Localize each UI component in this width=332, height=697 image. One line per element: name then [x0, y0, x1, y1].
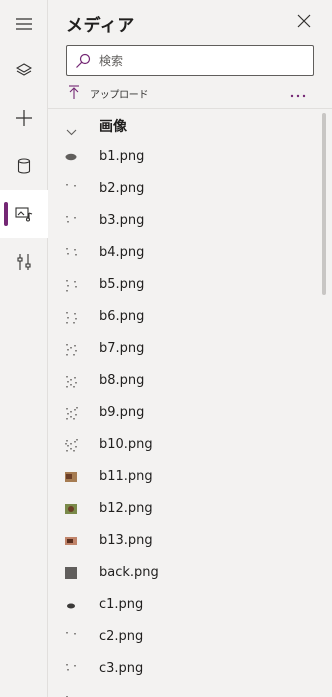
list-item[interactable]: b3.png: [48, 205, 318, 237]
list-item[interactable]: b2.png: [48, 173, 318, 205]
image-thumbnail: [63, 245, 79, 261]
file-name: b3.png: [99, 213, 145, 228]
image-thumbnail: [63, 661, 79, 677]
data-button[interactable]: [0, 142, 48, 190]
tools-button[interactable]: [0, 238, 48, 286]
menu-button[interactable]: [0, 0, 48, 48]
list-item[interactable]: b1.png: [48, 141, 318, 173]
list-item[interactable]: b10.png: [48, 429, 318, 461]
image-thumbnail: [63, 565, 79, 581]
file-name: b2.png: [99, 181, 145, 196]
file-name: b5.png: [99, 277, 145, 292]
app-root: メディア アップロード: [0, 0, 332, 697]
file-name: b7.png: [99, 341, 145, 356]
upload-button[interactable]: アップロード: [68, 84, 149, 103]
file-name: b11.png: [99, 469, 153, 484]
layers-icon: [16, 62, 32, 78]
file-name: b4.png: [99, 245, 145, 260]
search-icon: [67, 53, 99, 69]
upload-icon: [68, 84, 80, 103]
insert-button[interactable]: [0, 94, 48, 142]
list-item[interactable]: b11.png: [48, 461, 318, 493]
media-button[interactable]: [0, 190, 48, 238]
chevron-down-icon: [66, 121, 77, 140]
file-name: c2.png: [99, 629, 144, 644]
list-item[interactable]: b12.png: [48, 493, 318, 525]
database-icon: [17, 158, 31, 174]
image-thumbnail: [63, 405, 79, 421]
list-item[interactable]: b8.png: [48, 365, 318, 397]
group-title: 画像: [99, 119, 127, 135]
image-thumbnail: [63, 373, 79, 389]
image-thumbnail: [63, 501, 79, 517]
list-item[interactable]: c3.png: [48, 653, 318, 685]
file-name: c3.png: [99, 661, 144, 676]
search-box: [66, 45, 314, 76]
list-item[interactable]: c1.png: [48, 589, 318, 621]
file-name: c1.png: [99, 597, 144, 612]
scrollbar[interactable]: [322, 113, 326, 295]
file-name: b8.png: [99, 373, 145, 388]
file-name: b6.png: [99, 309, 145, 324]
file-name: b12.png: [99, 501, 153, 516]
media-icon: [15, 206, 33, 222]
list-item[interactable]: b6.png: [48, 301, 318, 333]
image-thumbnail: [63, 469, 79, 485]
file-name: back.png: [99, 565, 159, 580]
tools-icon: [17, 253, 31, 271]
more-icon: [290, 83, 306, 102]
file-name: b1.png: [99, 149, 145, 164]
image-thumbnail: [63, 693, 79, 697]
image-thumbnail: [63, 309, 79, 325]
image-thumbnail: [63, 213, 79, 229]
file-name: b13.png: [99, 533, 153, 548]
left-rail: [0, 0, 48, 697]
image-thumbnail: [63, 533, 79, 549]
list-item[interactable]: [48, 685, 318, 697]
group-header-images[interactable]: 画像: [48, 109, 318, 141]
image-thumbnail: [63, 341, 79, 357]
file-name: b10.png: [99, 437, 153, 452]
list-item[interactable]: b4.png: [48, 237, 318, 269]
media-list: 画像 b1.png b2.png b3.png b4.png b5.png b6.png b…: [48, 109, 332, 697]
plus-icon: [15, 109, 33, 127]
upload-label: アップロード: [90, 89, 149, 101]
list-item[interactable]: b13.png: [48, 525, 318, 557]
image-thumbnail: [63, 277, 79, 293]
layers-button[interactable]: [0, 46, 48, 94]
image-thumbnail: [63, 597, 79, 613]
close-button[interactable]: [294, 12, 314, 32]
search-input[interactable]: [99, 47, 299, 74]
more-button[interactable]: [288, 84, 308, 100]
file-name: b9.png: [99, 405, 145, 420]
list-item[interactable]: back.png: [48, 557, 318, 589]
image-thumbnail: [63, 149, 79, 165]
hamburger-icon: [16, 18, 32, 30]
media-panel: メディア アップロード: [48, 0, 332, 697]
list-item[interactable]: b5.png: [48, 269, 318, 301]
image-thumbnail: [63, 437, 79, 453]
image-thumbnail: [63, 629, 79, 645]
list-item[interactable]: c2.png: [48, 621, 318, 653]
list-item[interactable]: b9.png: [48, 397, 318, 429]
list-item[interactable]: b7.png: [48, 333, 318, 365]
close-icon: [297, 13, 311, 32]
image-thumbnail: [63, 181, 79, 197]
panel-title: メディア: [66, 16, 135, 36]
